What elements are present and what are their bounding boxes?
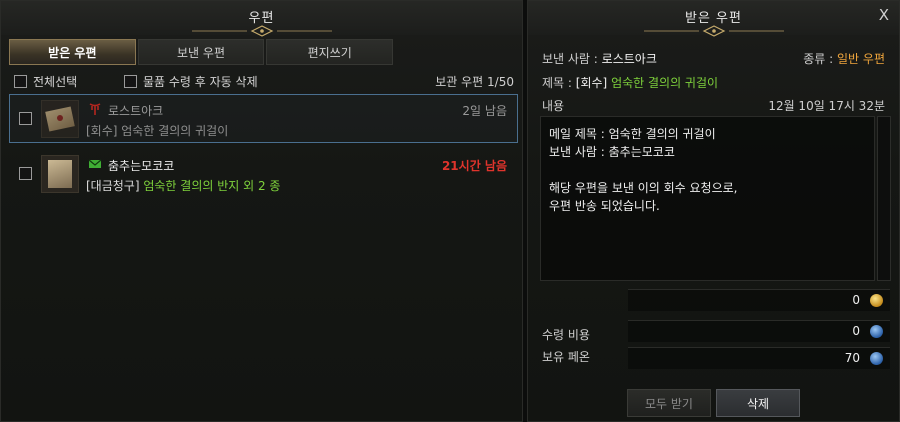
tab-compose[interactable]: 편지쓰기	[266, 39, 394, 65]
fee-box: 0	[628, 320, 890, 342]
subject-label: 제목 :	[542, 76, 572, 90]
content-line	[549, 161, 866, 179]
mail-options: 전체선택 물품 수령 후 자동 삭제 보관 우편 1/50	[14, 73, 514, 89]
auto-delete-option[interactable]: 물품 수령 후 자동 삭제	[124, 73, 258, 90]
owned-pheon-label: 보유 페온	[542, 350, 590, 364]
mail-kind: 종류 : 일반 우편	[803, 50, 885, 67]
content-label: 내용	[542, 99, 565, 113]
mailbox-title-bar: 우편	[1, 1, 522, 37]
mail-sender: 춤추는모코코	[108, 159, 175, 173]
kind-label: 종류 :	[803, 52, 834, 66]
mail-green-icon	[88, 159, 102, 168]
tab-received[interactable]: 받은 우편	[9, 39, 136, 65]
subject-tag: [회수]	[575, 76, 608, 90]
gold-coin-icon	[870, 294, 883, 307]
receive-all-button[interactable]: 모두 받기	[627, 389, 711, 417]
mail-date: 12월 10일 17시 32분	[768, 99, 885, 113]
lostark-logo-icon	[89, 103, 101, 115]
mail-subject-text: 엄숙한 결의의 반지 외 2 종	[139, 179, 281, 193]
content-scrollbar[interactable]	[877, 116, 891, 281]
detail-title-bar: 받은 우편 X	[528, 1, 899, 37]
mail-subject: [회수] 엄숙한 결의의 귀걸이	[86, 122, 228, 139]
mail-row[interactable]: 춤추는모코코 [대금청구] 엄숙한 결의의 반지 외 2 종 21시간 남음	[9, 149, 518, 198]
auto-delete-label: 물품 수령 후 자동 삭제	[143, 75, 258, 89]
storage-count: 보관 우편 1/50	[435, 75, 514, 89]
fee-label: 수령 비용	[542, 328, 590, 342]
mail-detail-panel: 받은 우편 X 보낸 사람 : 로스트아크 종류 : 일반 우편 제목 : [회…	[527, 0, 900, 422]
mailbox-panel: 우편 받은 우편 보낸 우편 편지쓰기 전체선택 물품 수령 후 자동 삭제 보…	[0, 0, 523, 422]
content-line: 보낸 사람 : 춤추는모코코	[549, 145, 675, 159]
mail-tag: [회수]	[86, 124, 118, 138]
content-line: 해당 우편을 보낸 이의 회수 요청으로,	[549, 181, 738, 195]
subject-line: 제목 : [회수] 엄숙한 결의의 귀걸이	[542, 74, 885, 91]
owned-pheon-value: 70	[844, 351, 860, 365]
envelope-icon	[41, 100, 79, 138]
kind-value: 일반 우편	[837, 52, 885, 66]
content-line: 우편 반송 되었습니다.	[549, 199, 660, 213]
mail-tag: [대금청구]	[86, 179, 140, 193]
select-all-checkbox[interactable]	[14, 75, 27, 88]
subject-value: 엄숙한 결의의 귀걸이	[611, 76, 719, 90]
mail-list: 로스트아크 [회수] 엄숙한 결의의 귀걸이 2일 남음 춤추는모코코 [대금청…	[9, 94, 518, 204]
owned-pheon-box: 70	[628, 347, 890, 369]
mail-time-left: 2일 남음	[462, 104, 507, 118]
pheon-icon	[870, 325, 883, 338]
sender-line: 보낸 사람 : 로스트아크 종류 : 일반 우편	[542, 50, 885, 67]
mail-subject: [대금청구] 엄숙한 결의의 반지 외 2 종	[86, 177, 280, 194]
ornament-icon	[643, 25, 784, 37]
mail-tabs: 받은 우편 보낸 우편 편지쓰기	[9, 39, 394, 65]
detail-title: 받은 우편	[685, 11, 742, 26]
select-all-label: 전체선택	[33, 75, 78, 89]
tab-sent[interactable]: 보낸 우편	[137, 39, 265, 65]
content-line: 메일 제목 : 엄숙한 결의의 귀걸이	[549, 127, 716, 141]
mail-checkbox[interactable]	[19, 112, 32, 125]
delete-button[interactable]: 삭제	[716, 389, 800, 417]
content-header: 내용 12월 10일 17시 32분	[542, 97, 885, 114]
sender-label: 보낸 사람 :	[542, 52, 598, 66]
mail-sender: 로스트아크	[108, 104, 164, 118]
ornament-icon	[191, 25, 332, 37]
gold-value: 0	[852, 293, 860, 307]
sender-value: 로스트아크	[601, 52, 657, 66]
close-icon[interactable]: X	[879, 6, 889, 24]
auto-delete-checkbox[interactable]	[124, 75, 137, 88]
fee-value: 0	[852, 324, 860, 338]
mailbox-title: 우편	[248, 11, 275, 26]
pheon-icon	[870, 352, 883, 365]
mail-subject-text: 엄숙한 결의의 귀걸이	[117, 124, 229, 138]
mail-time-left: 21시간 남음	[441, 159, 507, 173]
mail-row[interactable]: 로스트아크 [회수] 엄숙한 결의의 귀걸이 2일 남음	[9, 94, 518, 143]
mail-content: 메일 제목 : 엄숙한 결의의 귀걸이 보낸 사람 : 춤추는모코코 해당 우편…	[540, 116, 875, 281]
mail-checkbox[interactable]	[19, 167, 32, 180]
select-all-option[interactable]: 전체선택	[14, 73, 77, 90]
gold-attachment: 0	[628, 289, 890, 311]
parchment-icon	[41, 155, 79, 193]
